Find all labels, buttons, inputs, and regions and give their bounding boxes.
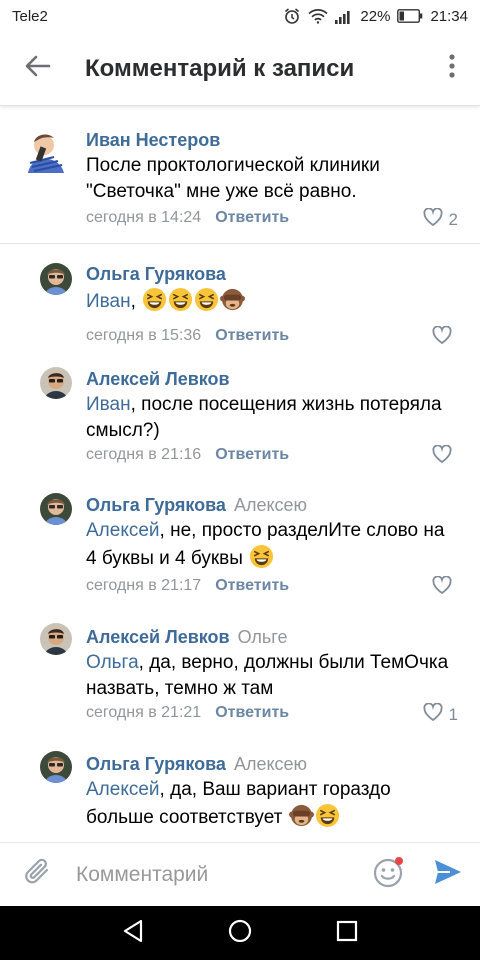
avatar[interactable]: [40, 493, 72, 525]
send-icon: [433, 858, 463, 891]
more-vertical-icon: [449, 54, 455, 83]
avatar[interactable]: [40, 367, 72, 399]
wifi-icon: [308, 8, 329, 24]
mention-link[interactable]: Алексей: [86, 779, 160, 800]
reply-button[interactable]: Ответить: [215, 327, 289, 344]
comment-text: Ольга, да, верно, должны были ТемОчка на…: [86, 652, 449, 699]
clock: 21:34: [430, 7, 468, 25]
square-recents-icon: [336, 920, 358, 947]
circle-home-icon: [228, 919, 252, 948]
page-title: Комментарий к записи: [85, 54, 355, 82]
arrow-left-icon: [25, 55, 51, 82]
heart-icon: [432, 444, 452, 468]
like-count: 1: [448, 704, 458, 724]
battery-percent: 22%: [360, 7, 391, 25]
heart-icon: [423, 702, 443, 726]
heart-icon: [423, 207, 443, 231]
grinning-squinting-face-icon: [315, 803, 340, 828]
reply-to-label[interactable]: Ольге: [238, 627, 288, 647]
comment-item: Иван Нестеров После проктологической кли…: [0, 107, 480, 243]
back-button[interactable]: [0, 32, 76, 106]
comment-author[interactable]: Ольга Гурякова: [86, 495, 226, 515]
see-no-evil-monkey-icon: [220, 287, 246, 312]
like-button[interactable]: [432, 575, 458, 599]
comment-text: Алексей, не, просто разделИте слово на 4…: [86, 520, 445, 569]
battery-icon: [397, 9, 423, 23]
send-button[interactable]: [416, 843, 480, 907]
comment-author[interactable]: Алексей Левков: [86, 369, 230, 389]
reply-button[interactable]: Ответить: [215, 209, 289, 226]
comment-text: Иван, после посещения жизнь потеряла смы…: [86, 394, 442, 441]
like-count: 2: [448, 209, 458, 229]
like-button[interactable]: 2: [423, 207, 458, 231]
reply-button[interactable]: Ответить: [215, 446, 289, 463]
comment-time: сегодня в 15:36: [86, 327, 202, 344]
heart-icon: [432, 325, 452, 349]
comment-author[interactable]: Иван Нестеров: [86, 130, 220, 150]
nav-recents-button[interactable]: [317, 906, 377, 960]
comment-time: сегодня в 21:21: [86, 704, 202, 721]
mention-link[interactable]: Иван: [86, 394, 131, 415]
avatar[interactable]: [40, 751, 72, 783]
comment-item: Ольга Гурякова Алексею Алексей, не, прост…: [0, 471, 480, 603]
reply-button[interactable]: Ответить: [215, 577, 289, 594]
nav-home-button[interactable]: [210, 906, 270, 960]
see-no-evil-monkey-icon: [288, 803, 314, 828]
comment-item: Алексей Левков Ольге Ольга, да, верно, до…: [0, 603, 480, 729]
avatar[interactable]: [22, 127, 70, 175]
nav-back-button[interactable]: [103, 906, 163, 960]
avatar[interactable]: [40, 263, 72, 295]
grinning-squinting-face-icon: [142, 287, 167, 312]
like-button[interactable]: [432, 325, 458, 349]
comment-author[interactable]: Алексей Левков: [86, 627, 230, 647]
like-button[interactable]: [432, 444, 458, 468]
carrier-name: Tele2: [12, 7, 48, 25]
like-button[interactable]: 1: [423, 702, 458, 726]
smile-icon: [373, 856, 405, 893]
more-options-button[interactable]: [424, 32, 480, 106]
grinning-squinting-face-icon: [194, 287, 219, 312]
comment-time: сегодня в 21:16: [86, 446, 202, 463]
paperclip-icon: [24, 857, 52, 892]
mention-link[interactable]: Ольга: [86, 652, 139, 673]
comment-time: сегодня в 14:24: [86, 209, 202, 226]
status-bar: Tele2 22% 21:34: [0, 0, 480, 32]
grinning-squinting-face-icon: [168, 287, 193, 312]
comment-item: Ольга Гурякова Иван, сегодня в 15:36 Отве…: [0, 243, 480, 351]
comment-input[interactable]: [76, 854, 362, 895]
comment-text: После проктологической клиники "Светочка…: [86, 155, 380, 202]
comment-author[interactable]: Ольга Гурякова: [86, 754, 226, 774]
mention-link[interactable]: Алексей: [86, 520, 160, 541]
comment-item: Ольга Гурякова Алексею Алексей, да, Ваш в…: [0, 729, 480, 842]
heart-icon: [432, 575, 452, 599]
comment-item: Алексей Левков Иван, после посещения жиз…: [0, 351, 480, 471]
reply-to-label[interactable]: Алексею: [234, 754, 307, 774]
avatar[interactable]: [40, 623, 72, 655]
signal-icon: [335, 9, 353, 24]
comments-list[interactable]: Иван Нестеров После проктологической кли…: [0, 107, 480, 842]
sticker-button[interactable]: [362, 843, 416, 907]
reply-to-label[interactable]: Алексею: [234, 495, 307, 515]
reply-button[interactable]: Ответить: [215, 704, 289, 721]
alarm-icon: [283, 7, 301, 25]
attach-button[interactable]: [0, 843, 76, 907]
comment-text: Иван,: [86, 287, 456, 315]
top-app-bar: Комментарий к записи: [0, 32, 480, 106]
system-navigation-bar: [0, 906, 480, 960]
comment-author[interactable]: Ольга Гурякова: [86, 264, 226, 284]
mention-link[interactable]: Иван: [86, 291, 131, 312]
triangle-back-icon: [122, 919, 144, 948]
grinning-squinting-face-icon: [249, 544, 274, 569]
comment-time: сегодня в 21:17: [86, 577, 202, 594]
comment-composer: [0, 842, 480, 906]
comment-text: Алексей, да, Ваш вариант гораздо больше …: [86, 779, 391, 828]
